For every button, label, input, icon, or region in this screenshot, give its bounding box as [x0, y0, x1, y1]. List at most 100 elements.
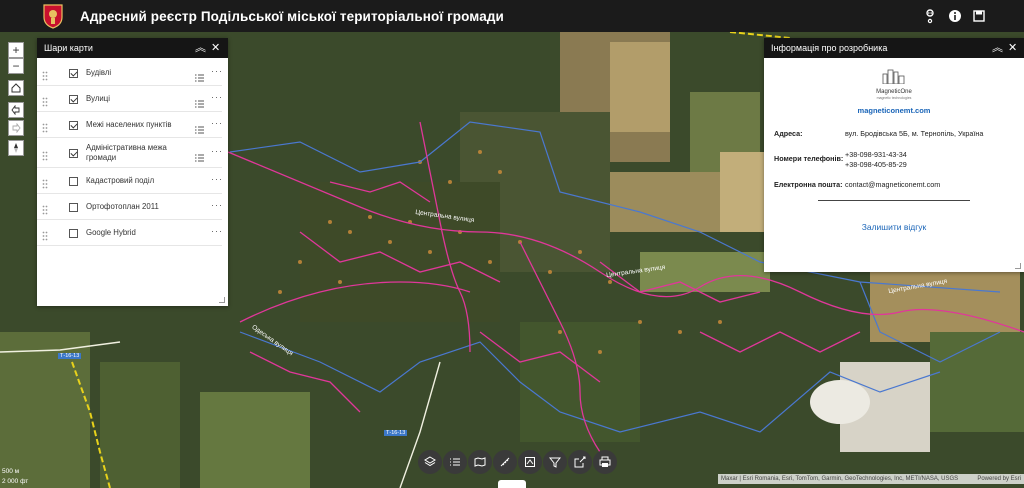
compass-button[interactable] — [8, 140, 24, 156]
layer-item[interactable]: Вулиці ··· — [37, 86, 222, 112]
previous-extent-button[interactable] — [8, 102, 24, 118]
layer-options-icon[interactable]: ··· — [211, 146, 223, 156]
layer-legend-icon[interactable] — [195, 149, 204, 162]
layers-panel: Шари карти ︽ ✕ Будівлі ··· Вулиці ··· Межі н… — [37, 38, 228, 306]
layer-label: Кадастровий поділ — [86, 175, 155, 185]
print-icon — [599, 456, 611, 467]
next-extent-button[interactable] — [8, 120, 24, 136]
resize-handle-icon[interactable] — [1015, 263, 1021, 269]
close-icon[interactable]: ✕ — [1008, 41, 1017, 55]
layer-visibility-checkbox[interactable] — [69, 120, 78, 130]
drag-handle-icon[interactable] — [42, 94, 48, 107]
info-icon[interactable] — [947, 8, 963, 24]
layer-item[interactable]: Межі населених пунктів ··· — [37, 112, 222, 138]
phone-1: +38-098-931-43-34 — [845, 150, 907, 159]
logo-text: MagneticOne — [876, 89, 912, 95]
measure-tool-button[interactable] — [493, 450, 517, 474]
collapse-icon[interactable]: ︽ — [195, 41, 206, 55]
layers-tool-button[interactable] — [418, 450, 442, 474]
layer-legend-icon[interactable] — [195, 121, 204, 134]
layer-label: Межі населених пунктів — [86, 119, 172, 129]
layers-panel-title: Шари карти — [44, 43, 93, 53]
layer-options-icon[interactable]: ··· — [211, 118, 223, 128]
basemap-tool-button[interactable] — [468, 450, 492, 474]
layer-label: Вулиці — [86, 93, 110, 103]
app-title: Адресний реєстр Подільської міської тери… — [80, 8, 504, 24]
scale-imperial: 2 000 фт — [2, 478, 29, 485]
layer-label: Google Hybrid — [86, 227, 136, 237]
expand-toolbar-button[interactable] — [498, 480, 526, 488]
layer-item[interactable]: Ортофотоплан 2011 ··· — [37, 194, 222, 220]
arrow-left-icon — [11, 105, 20, 115]
layer-visibility-checkbox[interactable] — [69, 94, 78, 104]
road-shield: Т-16-13 — [58, 353, 82, 359]
drag-handle-icon[interactable] — [42, 202, 48, 215]
layer-legend-icon[interactable] — [195, 95, 204, 108]
logo-subtext: magnetic technologies — [876, 96, 912, 100]
print-tool-button[interactable] — [593, 450, 617, 474]
attribution-text: Maxar | Esri Romania, Esri, TomTom, Garm… — [721, 476, 959, 482]
drag-handle-icon[interactable] — [42, 120, 48, 133]
draw-icon — [525, 457, 535, 467]
road-shield: Т-16-13 — [384, 430, 408, 436]
layer-visibility-checkbox[interactable] — [69, 202, 78, 212]
app-header: Адресний реєстр Подільської міської тери… — [0, 0, 1024, 32]
feedback-link[interactable]: Залишити відгук — [764, 222, 1024, 232]
save-icon[interactable] — [971, 8, 987, 24]
map-toolbar — [418, 450, 618, 474]
powered-by-link[interactable]: Powered by Esri — [977, 474, 1021, 484]
basemap-icon — [474, 457, 486, 467]
layer-legend-icon[interactable] — [195, 69, 204, 82]
filter-tool-button[interactable] — [543, 450, 567, 474]
layer-item[interactable]: Кадастровий поділ ··· — [37, 168, 222, 194]
layer-options-icon[interactable]: ··· — [211, 66, 223, 76]
website-link[interactable]: magneticonemt.com — [764, 106, 1024, 115]
layer-visibility-checkbox[interactable] — [69, 176, 78, 186]
resize-handle-icon[interactable] — [219, 297, 225, 303]
drag-handle-icon[interactable] — [42, 68, 48, 81]
layer-options-icon[interactable]: ··· — [211, 200, 223, 210]
drag-handle-icon[interactable] — [42, 228, 48, 241]
developer-panel-header: Інформація про розробника ︽ ✕ — [764, 38, 1024, 58]
layer-label: Будівлі — [86, 67, 112, 77]
account-icon[interactable] — [922, 8, 938, 24]
layer-item[interactable]: Будівлі ··· — [37, 60, 222, 86]
layers-icon — [424, 456, 436, 467]
developer-info-panel: Інформація про розробника ︽ ✕ MagneticOn… — [764, 38, 1024, 272]
arrow-right-icon — [12, 123, 21, 133]
legend-tool-button[interactable] — [443, 450, 467, 474]
developer-panel-title: Інформація про розробника — [771, 43, 888, 53]
email-value: contact@magneticonemt.com — [845, 180, 941, 189]
measure-icon — [500, 457, 510, 467]
draw-tool-button[interactable] — [518, 450, 542, 474]
close-icon[interactable]: ✕ — [211, 41, 220, 55]
legend-icon — [450, 458, 460, 466]
phone-2: +38-098-405-85-29 — [845, 160, 907, 169]
scale-metric: 500 м — [2, 468, 20, 475]
layer-options-icon[interactable]: ··· — [211, 226, 223, 236]
drag-handle-icon[interactable] — [42, 176, 48, 189]
layer-options-icon[interactable]: ··· — [211, 92, 223, 102]
share-tool-button[interactable] — [568, 450, 592, 474]
phones-label: Номери телефонів: — [774, 154, 844, 163]
zoom-out-button[interactable]: − — [8, 58, 24, 74]
layer-visibility-checkbox[interactable] — [69, 68, 78, 78]
layer-item[interactable]: Адміністративна межа громади ··· — [37, 138, 222, 168]
home-icon — [11, 83, 21, 93]
home-button[interactable] — [8, 80, 24, 96]
layer-visibility-checkbox[interactable] — [69, 228, 78, 238]
map-attribution: Maxar | Esri Romania, Esri, TomTom, Garm… — [718, 474, 1024, 484]
layer-options-icon[interactable]: ··· — [211, 174, 223, 184]
layer-visibility-checkbox[interactable] — [69, 148, 78, 158]
layer-item[interactable]: Google Hybrid ··· — [37, 220, 222, 246]
drag-handle-icon[interactable] — [42, 148, 48, 161]
compass-icon — [14, 143, 18, 153]
company-logo: MagneticOne magnetic technologies — [872, 68, 916, 100]
layer-label: Ортофотоплан 2011 — [86, 201, 159, 211]
zoom-in-button[interactable]: + — [8, 42, 24, 58]
filter-icon — [549, 457, 561, 468]
collapse-icon[interactable]: ︽ — [992, 41, 1003, 55]
email-label: Електронна пошта: — [774, 180, 843, 189]
address-label: Адреса: — [774, 129, 803, 138]
share-icon — [574, 456, 586, 468]
